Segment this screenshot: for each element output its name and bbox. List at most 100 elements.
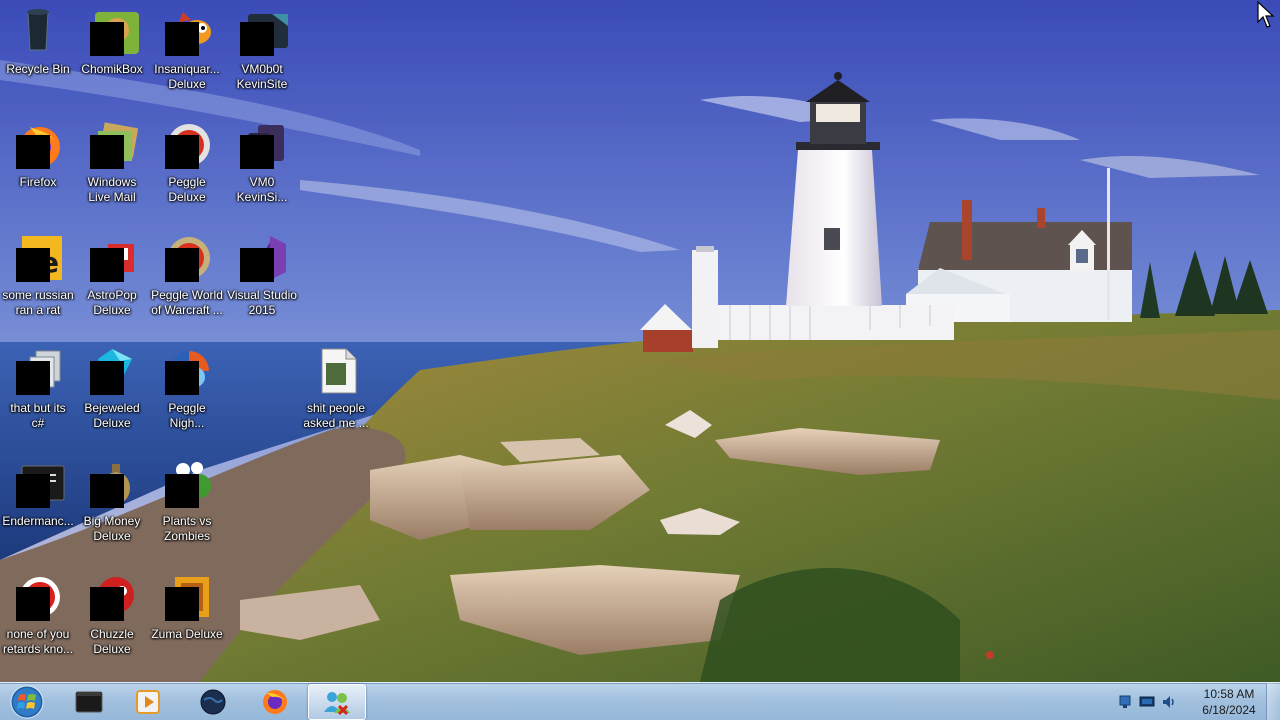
desktop-icon-firefox[interactable]: Firefox: [0, 113, 76, 221]
mail-icon: [84, 119, 140, 169]
redaction-box: [16, 248, 50, 282]
desktop-icon-peggle-world-of-warcraft[interactable]: Peggle World of Warcraft ...: [149, 226, 225, 334]
taskbar-button-terminal[interactable]: [60, 684, 118, 720]
redaction-box: [165, 474, 199, 508]
desktop-icon-label: Big Money Deluxe: [83, 514, 141, 543]
astropop-icon: [84, 232, 140, 282]
desktop-icon-label: Peggle Nigh...: [168, 401, 206, 430]
desktop-icon-label: some russian ran a rat: [2, 288, 74, 317]
redaction-box: [16, 361, 50, 395]
desktop-icon-label: VM0b0t KevinSite: [236, 62, 288, 91]
desktop-icon-plants-vs-zombies[interactable]: Plants vs Zombies: [149, 452, 225, 560]
desktop-icon-label: Bejeweled Deluxe: [84, 401, 140, 430]
redaction-box: [165, 361, 199, 395]
plants-vs-zombies-icon: [159, 458, 215, 508]
redaction-box: [165, 135, 199, 169]
desktop-icon-label: Chuzzle Deluxe: [90, 627, 134, 656]
taskbar-button-users[interactable]: [308, 684, 366, 720]
users-icon: [324, 692, 350, 716]
desktop-icon-label: Plants vs Zombies: [162, 514, 212, 543]
firefox-icon: [10, 119, 66, 169]
desktop-icon-label: Zuma Deluxe: [151, 627, 223, 641]
desktop-icon-label: Peggle Deluxe: [168, 175, 206, 204]
redaction-box: [90, 22, 124, 56]
desktop-icon-chomikbox[interactable]: ChomikBox: [74, 0, 150, 108]
system-tray: [1114, 683, 1180, 720]
show-desktop-button[interactable]: [1266, 683, 1280, 720]
vm-app-icon: [234, 6, 290, 56]
globe-icon: [200, 689, 226, 715]
clock-time: 10:58 AM: [1203, 687, 1255, 701]
desktop-icon-endermanch[interactable]: Endermanc...: [0, 452, 76, 560]
desktop-icon-visual-studio-2015[interactable]: Visual Studio 2015: [224, 226, 300, 334]
chomikbox-icon: [84, 6, 140, 56]
terminal-icon: [10, 458, 66, 508]
monitor-icon: [1139, 696, 1155, 706]
redaction-box: [16, 474, 50, 508]
desktop-icon-label: Insaniquar... Deluxe: [154, 62, 220, 91]
desktop-icon-label: Endermanc...: [2, 514, 74, 528]
vm-app-icon: [234, 119, 290, 169]
desktop-icon-none-of-you[interactable]: none of you retards kno...: [0, 565, 76, 673]
java-file-icon: e: [10, 232, 66, 282]
desktop-icon-zuma-deluxe[interactable]: Zuma Deluxe: [149, 565, 225, 673]
start-button[interactable]: [4, 683, 50, 720]
desktop-icon-vm0-kevinsite[interactable]: VM0 KevinSi...: [224, 113, 300, 221]
visual-studio-icon: [234, 232, 290, 282]
tray-network[interactable]: [1114, 691, 1136, 713]
desktop-icon-some-russian-ran-a-rat[interactable]: e some russian ran a rat: [0, 226, 76, 334]
desktop-icon-insaniquarium[interactable]: Insaniquar... Deluxe: [149, 0, 225, 108]
desktop-icon-shit-people-asked-me[interactable]: shit people asked me ...: [298, 339, 374, 447]
taskbar: 10:58 AM 6/18/2024: [0, 682, 1280, 720]
desktop-icon-peggle-deluxe[interactable]: Peggle Deluxe: [149, 113, 225, 221]
desktop-icon-label: shit people asked me ...: [303, 401, 369, 430]
desktop-icon-big-money-deluxe[interactable]: Big Money Deluxe: [74, 452, 150, 560]
desktop-icon-that-but-its-csharp[interactable]: that but its c#: [0, 339, 76, 447]
desktop-icon-label: none of you retards kno...: [2, 627, 74, 656]
big-money-icon: [84, 458, 140, 508]
mouse-cursor-icon: [1257, 1, 1275, 28]
redaction-box: [240, 248, 274, 282]
redaction-box: [90, 361, 124, 395]
taskbar-clock[interactable]: 10:58 AM 6/18/2024: [1186, 686, 1272, 718]
desktop-icon-label: ChomikBox: [81, 62, 143, 76]
tray-volume[interactable]: [1158, 691, 1180, 713]
redaction-box: [240, 22, 274, 56]
peggle-icon: [159, 119, 215, 169]
desktop-icon-chuzzle-deluxe[interactable]: Chuzzle Deluxe: [74, 565, 150, 673]
redaction-box: [90, 587, 124, 621]
desktop-icon-label: Peggle World of Warcraft ...: [151, 288, 223, 317]
redaction-box: [90, 248, 124, 282]
desktop-icon-label: Recycle Bin: [6, 62, 70, 76]
tray-monitor[interactable]: [1136, 691, 1158, 713]
desktop-icon-label: VM0 KevinSi...: [236, 175, 288, 204]
volume-icon: [1163, 695, 1174, 708]
redaction-box: [90, 135, 124, 169]
peggle-icon: [159, 232, 215, 282]
desktop-icon-astropop-deluxe[interactable]: AstroPop Deluxe: [74, 226, 150, 334]
desktop-icon-vm0b0t-kevinsite[interactable]: VM0b0t KevinSite: [224, 0, 300, 108]
redaction-box: [16, 135, 50, 169]
chuzzle-icon: [84, 571, 140, 621]
taskbar-button-firefox[interactable]: [246, 684, 304, 720]
firefox-icon: [263, 690, 287, 714]
redaction-box: [90, 474, 124, 508]
files-icon: [10, 345, 66, 395]
windows-orb-icon: [10, 685, 44, 718]
bejeweled-icon: [84, 345, 140, 395]
desktop-icon-label: that but its c#: [10, 401, 66, 430]
network-icon: [1119, 695, 1131, 708]
desktop-icon-windows-live-mail[interactable]: Windows Live Mail: [74, 113, 150, 221]
taskbar-button-globe[interactable]: [184, 684, 242, 720]
taskbar-button-media-player[interactable]: [120, 684, 178, 720]
redaction-box: [16, 587, 50, 621]
desktop-icon-label: Firefox: [19, 175, 57, 189]
insaniquarium-icon: [159, 6, 215, 56]
desktop-icon-peggle-nights[interactable]: Peggle Nigh...: [149, 339, 225, 447]
recycle-bin-icon: [10, 6, 66, 56]
desktop-icon-bejeweled-deluxe[interactable]: Bejeweled Deluxe: [74, 339, 150, 447]
redaction-box: [165, 587, 199, 621]
terminal-icon: [75, 691, 103, 713]
desktop-icon-recycle-bin[interactable]: Recycle Bin: [0, 0, 76, 108]
media-player-icon: [136, 690, 160, 714]
